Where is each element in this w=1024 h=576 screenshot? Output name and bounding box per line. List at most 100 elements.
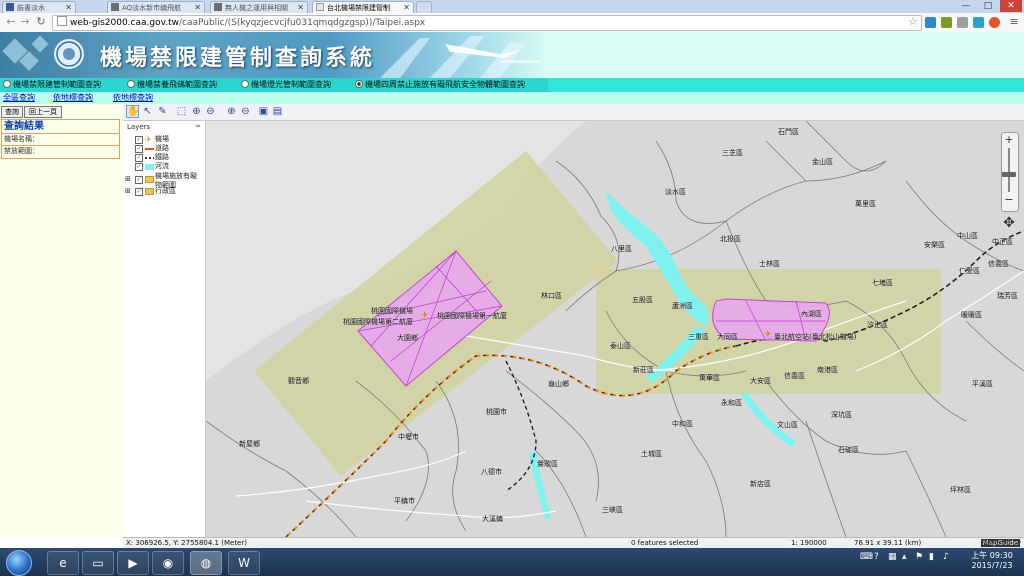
folder-icon[interactable]: ▭ — [82, 551, 114, 575]
link-by-landmark[interactable]: 依地標查詢 — [53, 93, 93, 103]
map-label: 八里區 — [611, 245, 632, 253]
help-icon[interactable]: ? — [874, 552, 879, 562]
map-canvas[interactable]: ✈ ✈ — [206, 121, 1024, 537]
network-icon[interactable]: ▦ — [888, 552, 897, 562]
flag-icon[interactable]: ⚑ — [915, 552, 923, 562]
comment-icon[interactable] — [957, 17, 968, 28]
collapse-icon[interactable]: ≈ — [195, 122, 201, 130]
extension-icon[interactable] — [925, 17, 936, 28]
zoom-previous-icon[interactable]: ⊕ — [225, 105, 238, 118]
map-label: 三峽區 — [602, 506, 623, 514]
measure-tool-icon[interactable]: ✎ — [156, 105, 169, 118]
map-label: 觀音鄉 — [288, 377, 309, 385]
map-label: 萬里區 — [855, 200, 876, 208]
expand-icon[interactable]: ⊞ — [125, 187, 131, 195]
address-bar[interactable]: web-gis2000.caa.gov.tw/caaPublic/(S(kyqz… — [52, 15, 922, 31]
mode-option-pigeon[interactable]: 機場禁養飛鴿範圍查詢 — [127, 80, 217, 90]
map-label: 新屋鄉 — [239, 440, 260, 448]
maximize-button[interactable]: □ — [978, 0, 998, 12]
evernote-icon[interactable] — [941, 17, 952, 28]
map-label: 大同區 — [717, 333, 738, 341]
extension-icon[interactable] — [973, 17, 984, 28]
signal-icon[interactable]: ▮ — [929, 552, 934, 562]
map-label: 三重區 — [688, 333, 709, 341]
zoom-out-icon[interactable]: − — [1003, 194, 1015, 206]
range-row: 禁放範圍： — [4, 147, 39, 155]
zoom-in-icon[interactable]: ⊕ — [190, 105, 203, 118]
query-button[interactable]: 查詢 — [1, 106, 23, 118]
keyboard-icon[interactable]: ⌨ — [860, 552, 873, 562]
pan-arrows-icon[interactable]: ✥ — [999, 214, 1019, 232]
layer-checkbox-zone[interactable]: ✓ — [135, 176, 143, 184]
layer-checkbox-rail[interactable]: ✓ — [135, 154, 143, 162]
minimize-button[interactable]: — — [956, 0, 976, 12]
map-label: 坪林區 — [950, 486, 971, 494]
radio-button-selected[interactable] — [355, 80, 363, 88]
map-label: 瑞芳區 — [997, 292, 1018, 300]
print-icon[interactable]: ▤ — [271, 105, 284, 118]
layer-checkbox-river[interactable]: ✓ — [135, 163, 143, 171]
forward-arrow-icon[interactable]: → — [18, 15, 32, 29]
plane-symbol-icon: ✈ — [145, 135, 152, 144]
radio-button[interactable] — [127, 80, 135, 88]
layer-label-river: 河流 — [155, 162, 169, 170]
pan-tool-icon[interactable]: ✋ — [126, 105, 139, 118]
map-label: 汐止區 — [867, 321, 888, 329]
star-icon[interactable]: ☆ — [906, 15, 920, 29]
query-results-box: 查詢結果 機場名稱： 禁放範圍： — [1, 119, 120, 159]
mode-option-restriction[interactable]: 機場禁限建管制範圍查詢 — [3, 80, 101, 90]
map-label: 臺北航空站(臺北松山機場) — [774, 333, 857, 341]
folder-icon — [145, 176, 154, 183]
map-label: 南港區 — [817, 366, 838, 374]
layer-checkbox-district[interactable]: ✓ — [135, 188, 143, 196]
expand-icon[interactable]: ⊞ — [125, 175, 131, 183]
menu-icon[interactable]: ≡ — [1007, 15, 1021, 29]
map-label: 大安區 — [750, 377, 771, 385]
map-label: 土城區 — [641, 450, 662, 458]
link-by-landmark-2[interactable]: 依地標查詢 — [113, 93, 153, 103]
map-label: 士林區 — [759, 260, 780, 268]
word-icon[interactable]: W — [228, 551, 260, 575]
back-arrow-icon[interactable]: ← — [4, 15, 18, 29]
back-button[interactable]: 回上一頁 — [24, 106, 62, 118]
extension-icon[interactable] — [989, 17, 1000, 28]
show-hidden-icon[interactable]: ▴ — [902, 552, 907, 562]
internet-explorer-icon[interactable]: e — [47, 551, 79, 575]
radio-button[interactable] — [3, 80, 11, 88]
qq-icon[interactable]: ◉ — [152, 551, 184, 575]
zoom-in-icon[interactable]: + — [1003, 134, 1015, 146]
select-tool-icon[interactable]: ↖ — [141, 105, 154, 118]
map-view[interactable]: ✈ ✈ 石門區 三芝區 金山區 淡水區 萬里區 北投區 中山區 中正區 安樂區 … — [206, 121, 1024, 537]
zoom-rect-icon[interactable]: ⬚ — [175, 105, 188, 118]
page-title: 機場禁限建管制查詢系統 — [100, 46, 376, 71]
chrome-icon[interactable]: ◍ — [190, 551, 222, 575]
map-label: 新莊區 — [633, 366, 654, 374]
map-label: 北投區 — [720, 235, 741, 243]
zoom-next-icon[interactable]: ⊖ — [239, 105, 252, 118]
map-label: 深坑區 — [831, 411, 852, 419]
zoom-out-icon[interactable]: ⊖ — [204, 105, 217, 118]
zoom-slider-handle[interactable] — [1002, 172, 1016, 177]
map-label: 中山區 — [957, 232, 978, 240]
map-label: 金山區 — [812, 158, 833, 166]
layer-checkbox-road[interactable]: ✓ — [135, 145, 143, 153]
taskbar-clock[interactable]: 上午 09:30 2015/7/23 — [966, 551, 1018, 571]
map-label: 中和區 — [672, 420, 693, 428]
start-button[interactable] — [6, 550, 32, 576]
media-player-icon[interactable]: ▶ — [117, 551, 149, 575]
map-label: 桃園市 — [486, 408, 507, 416]
mode-option-objects[interactable]: 機場四周禁止施放有礙飛航安全物體範圍查詢 — [355, 80, 525, 90]
close-window-button[interactable]: ✕ — [1000, 0, 1022, 12]
link-all-area[interactable]: 全區查詢 — [3, 93, 35, 103]
mode-option-lighting[interactable]: 機場燈光管制範圍查詢 — [241, 80, 331, 90]
map-label: 信義區 — [988, 260, 1009, 268]
layer-checkbox-airport[interactable]: ✓ — [135, 136, 143, 144]
volume-icon[interactable]: ♪ — [943, 552, 949, 562]
map-label: 信義區 — [784, 372, 805, 380]
reload-icon[interactable]: ↻ — [34, 15, 48, 29]
map-label: 八德市 — [481, 468, 502, 476]
radio-button[interactable] — [241, 80, 249, 88]
full-extent-icon[interactable]: ▣ — [257, 105, 270, 118]
map-label: 七堵區 — [872, 279, 893, 287]
layer-label-district: 行政區 — [155, 187, 176, 195]
